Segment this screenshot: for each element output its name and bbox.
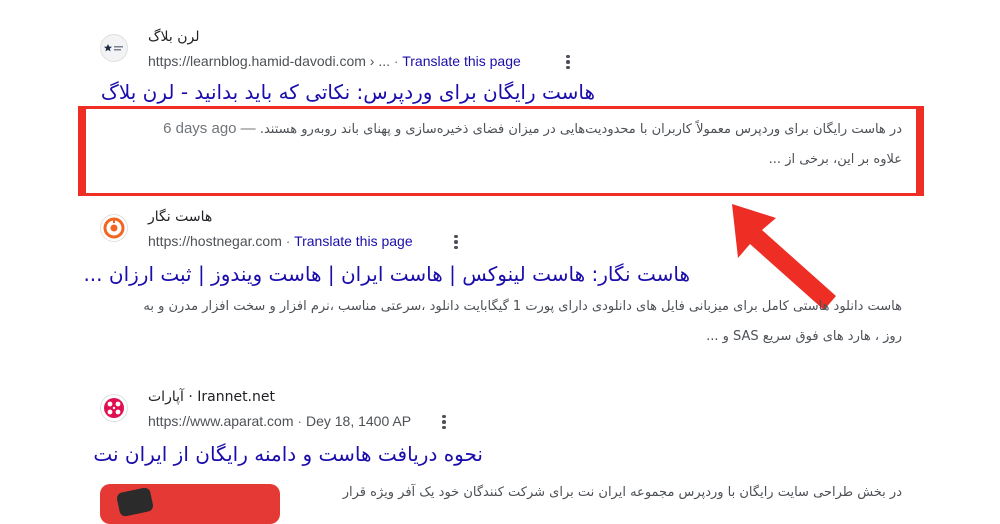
result-url[interactable]: https://www.aparat.com	[148, 413, 294, 429]
hostnegar-logo-icon[interactable]	[100, 214, 128, 242]
snippet-text: در هاست رایگان برای وردپرس معمولاً کاربر…	[259, 122, 902, 137]
result-title-link[interactable]: هاست نگار: هاست لینوکس | هاست ایران | ها…	[83, 262, 690, 286]
result-snippet: در بخش طراحی سایت رایگان با وردپرس مجموع…	[302, 478, 902, 508]
star-logo-icon[interactable]	[100, 34, 128, 62]
snippet-line: در هاست رایگان برای وردپرس معمولاً کاربر…	[100, 114, 902, 145]
site-name: لرن بلاگ	[148, 29, 200, 45]
result-date: Dey 18, 1400 AP	[305, 413, 412, 429]
result-snippet: هاست دانلود هاستی کامل برای میزبانی فایل…	[100, 292, 902, 352]
aparat-logo-icon[interactable]	[100, 394, 128, 422]
video-thumbnail[interactable]	[100, 484, 280, 524]
result-snippet: در هاست رایگان برای وردپرس معمولاً کاربر…	[100, 114, 902, 175]
translate-link[interactable]: Translate this page	[294, 233, 413, 249]
separator: ·	[297, 413, 303, 429]
cite-line: https://learnblog.hamid-davodi.com › ...…	[148, 53, 521, 69]
more-options-icon[interactable]	[436, 412, 452, 432]
separator: ·	[285, 233, 291, 249]
result-title-link[interactable]: هاست رایگان برای وردپرس: نکاتی که باید ب…	[101, 80, 595, 104]
result-title-link[interactable]: نحوه دریافت هاست و دامنه رایگان از ایران…	[93, 442, 483, 466]
translate-link[interactable]: Translate this page	[402, 53, 521, 69]
result-url[interactable]: https://learnblog.hamid-davodi.com › ...	[148, 53, 390, 69]
snippet-line: روز ، هارد های فوق سریع SAS و ...	[706, 329, 902, 344]
more-options-icon[interactable]	[448, 232, 464, 252]
more-options-icon[interactable]	[560, 52, 576, 72]
snippet-line: هاست دانلود هاستی کامل برای میزبانی فایل…	[143, 299, 902, 314]
snippet-date: 6 days ago —	[163, 120, 256, 137]
snippet-line: در بخش طراحی سایت رایگان با وردپرس مجموع…	[342, 485, 902, 500]
site-name: آپارات · Irannet.net	[148, 389, 275, 405]
snippet-line: علاوه بر این، برخی از ...	[768, 152, 902, 167]
cite-line: https://hostnegar.com · Translate this p…	[148, 233, 413, 249]
cite-line: https://www.aparat.com · Dey 18, 1400 AP	[148, 413, 411, 429]
site-name: هاست نگار	[148, 209, 213, 225]
separator: ·	[393, 53, 399, 69]
result-url[interactable]: https://hostnegar.com	[148, 233, 282, 249]
